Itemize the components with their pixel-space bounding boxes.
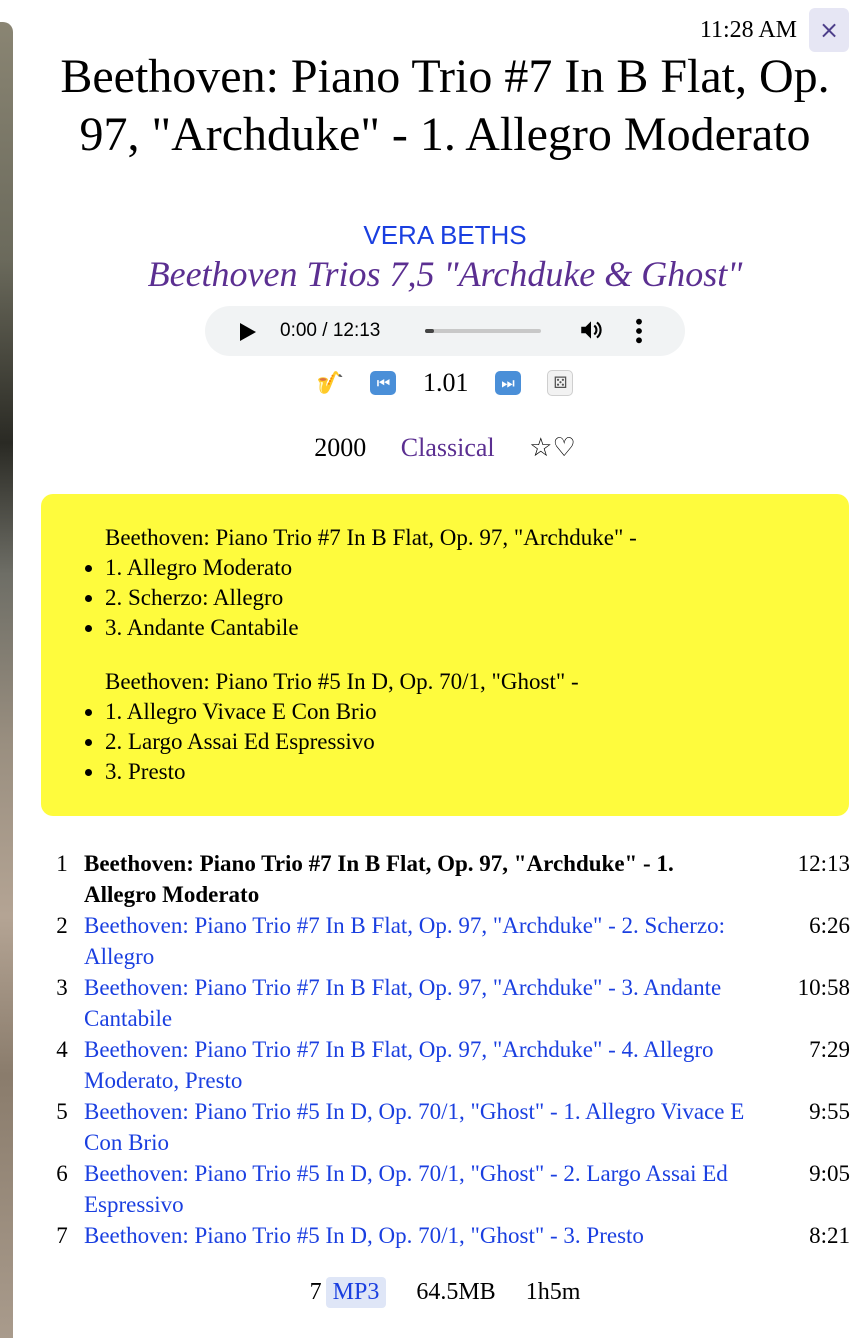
movement-list: 1. Allegro Vivace E Con Brio 2. Largo As… — [41, 697, 849, 787]
dice-icon[interactable]: ⚄ — [547, 370, 574, 397]
previous-track-icon[interactable]: ⏮ — [370, 371, 397, 396]
track-duration: 9:05 — [809, 1161, 850, 1186]
movement-item: 3. Presto — [105, 757, 849, 787]
more-options-icon[interactable] — [635, 317, 643, 345]
track-row[interactable]: 7 Beethoven: Piano Trio #5 In D, Op. 70/… — [40, 1220, 850, 1251]
track-duration: 10:58 — [797, 975, 850, 1000]
track-link[interactable]: Beethoven: Piano Trio #7 In B Flat, Op. … — [84, 910, 780, 972]
star-icon[interactable]: ☆ — [529, 433, 552, 463]
album-year: 2000 — [314, 433, 367, 462]
track-row-current[interactable]: 1 Beethoven: Piano Trio #7 In B Flat, Op… — [40, 848, 850, 910]
movement-item: 3. Andante Cantabile — [105, 613, 849, 643]
movement-item: 1. Allegro Moderato — [105, 553, 849, 583]
album-length: 1h5m — [525, 1279, 581, 1305]
track-number: 2 — [56, 913, 68, 938]
clock: 11:28 AM — [699, 17, 797, 43]
album-size: 64.5MB — [416, 1279, 496, 1305]
track-row[interactable]: 3 Beethoven: Piano Trio #7 In B Flat, Op… — [40, 972, 850, 1034]
seek-progress — [425, 329, 435, 333]
album-stats: 7 MP3 64.5MB 1h5m — [0, 1277, 867, 1308]
heart-icon[interactable]: ♡ — [552, 433, 575, 463]
track-row[interactable]: 5 Beethoven: Piano Trio #5 In D, Op. 70/… — [40, 1096, 850, 1158]
playback-speed[interactable]: 1.01 — [423, 368, 469, 398]
track-row[interactable]: 4 Beethoven: Piano Trio #7 In B Flat, Op… — [40, 1034, 850, 1096]
works-summary: Beethoven: Piano Trio #7 In B Flat, Op. … — [41, 494, 849, 816]
movement-item: 1. Allegro Vivace E Con Brio — [105, 697, 849, 727]
track-duration: 8:21 — [809, 1223, 850, 1248]
track-title: Beethoven: Piano Trio #7 In B Flat, Op. … — [60, 50, 830, 161]
movement-item: 2. Largo Assai Ed Espressivo — [105, 727, 849, 757]
seek-bar[interactable] — [425, 329, 541, 333]
track-link[interactable]: Beethoven: Piano Trio #7 In B Flat, Op. … — [84, 1034, 780, 1096]
track-link[interactable]: Beethoven: Piano Trio #5 In D, Op. 70/1,… — [84, 1096, 780, 1158]
track-duration: 9:55 — [809, 1099, 850, 1124]
album-meta: 2000 Classical ☆♡ — [0, 433, 867, 463]
album-title[interactable]: Beethoven Trios 7,5 "Archduke & Ghost" — [0, 253, 867, 295]
track-number: 3 — [56, 975, 68, 1000]
playback-controls: 🎷 ⏮ 1.01 ⏭ ⚄ — [0, 366, 867, 398]
track-link[interactable]: Beethoven: Piano Trio #5 In D, Op. 70/1,… — [84, 1158, 780, 1220]
track-row[interactable]: 2 Beethoven: Piano Trio #7 In B Flat, Op… — [40, 910, 850, 972]
track-duration: 6:26 — [809, 913, 850, 938]
close-button[interactable]: × — [809, 8, 849, 52]
audio-player: 0:00 / 12:13 — [205, 306, 685, 356]
saxophone-icon[interactable]: 🎷 — [317, 371, 344, 396]
player-time: 0:00 / 12:13 — [280, 320, 381, 341]
track-duration: 12:13 — [797, 851, 850, 876]
format-badge[interactable]: MP3 — [325, 1277, 387, 1308]
track-number: 7 — [56, 1223, 68, 1248]
volume-icon[interactable] — [578, 317, 604, 343]
track-number: 5 — [56, 1099, 68, 1124]
genre-link[interactable]: Classical — [401, 433, 495, 462]
artist-link[interactable]: VERA BETHS — [0, 220, 867, 251]
track-number: 4 — [56, 1037, 68, 1062]
next-track-icon[interactable]: ⏭ — [494, 371, 521, 396]
track-link[interactable]: Beethoven: Piano Trio #5 In D, Op. 70/1,… — [84, 1220, 780, 1251]
movement-list: 1. Allegro Moderato 2. Scherzo: Allegro … — [41, 553, 849, 643]
work-title: Beethoven: Piano Trio #5 In D, Op. 70/1,… — [105, 669, 579, 694]
track-number: 1 — [56, 851, 68, 876]
track-duration: 7:29 — [809, 1037, 850, 1062]
work-title: Beethoven: Piano Trio #7 In B Flat, Op. … — [105, 525, 637, 550]
movement-item: 2. Scherzo: Allegro — [105, 583, 849, 613]
play-icon[interactable] — [240, 323, 256, 341]
track-name: Beethoven: Piano Trio #7 In B Flat, Op. … — [84, 851, 674, 907]
track-count: 7 — [309, 1279, 322, 1305]
track-link[interactable]: Beethoven: Piano Trio #7 In B Flat, Op. … — [84, 972, 780, 1034]
track-number: 6 — [56, 1161, 68, 1186]
track-row[interactable]: 6 Beethoven: Piano Trio #5 In D, Op. 70/… — [40, 1158, 850, 1220]
track-list: 1 Beethoven: Piano Trio #7 In B Flat, Op… — [40, 848, 850, 1251]
